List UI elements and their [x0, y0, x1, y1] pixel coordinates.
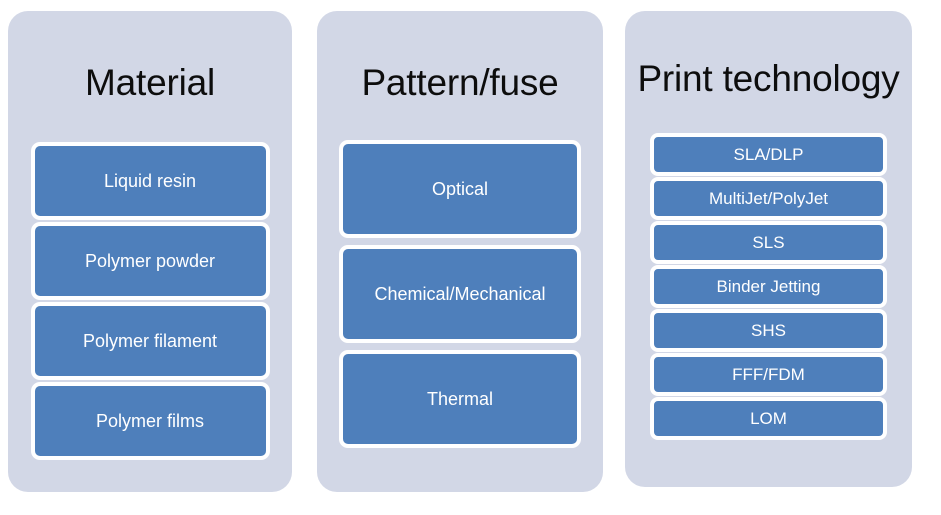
item-card-shs[interactable]: SHS — [650, 309, 887, 353]
item-label: Polymer powder — [84, 251, 216, 272]
item-label: FFF/FDM — [732, 365, 805, 385]
item-label: SLA/DLP — [733, 145, 804, 165]
item-card-polymer-filament[interactable]: Polymer filament — [30, 302, 270, 381]
item-list-pattern-fuse: Optical Chemical/Mechanical Thermal — [317, 140, 603, 449]
item-card-multijet-polyjet[interactable]: MultiJet/PolyJet — [650, 177, 887, 221]
item-label: Optical — [431, 179, 489, 200]
item-label: Polymer filament — [82, 331, 218, 352]
item-card-polymer-films[interactable]: Polymer films — [30, 382, 270, 461]
item-card-chemical-mechanical[interactable]: Chemical/Mechanical — [339, 245, 581, 344]
item-card-polymer-powder[interactable]: Polymer powder — [30, 222, 270, 301]
item-label: MultiJet/PolyJet — [708, 189, 829, 209]
column-title-print-technology: Print technology — [637, 58, 900, 99]
column-title-material: Material — [85, 62, 215, 103]
item-card-liquid-resin[interactable]: Liquid resin — [30, 142, 270, 221]
item-label: LOM — [750, 409, 787, 429]
item-label: SLS — [752, 233, 785, 253]
item-label: Liquid resin — [103, 171, 197, 192]
item-list-print-technology: SLA/DLP MultiJet/PolyJet SLS Binder Jett… — [625, 133, 912, 441]
item-label: Polymer films — [95, 411, 204, 432]
item-card-optical[interactable]: Optical — [339, 140, 581, 239]
item-card-fff-fdm[interactable]: FFF/FDM — [650, 353, 887, 397]
item-card-lom[interactable]: LOM — [650, 397, 887, 441]
item-card-sls[interactable]: SLS — [650, 221, 887, 265]
column-title-pattern-fuse: Pattern/fuse — [361, 62, 559, 103]
column-pattern-fuse: Pattern/fuse Optical Chemical/Mechanical… — [317, 11, 603, 492]
item-label: Chemical/Mechanical — [374, 284, 546, 305]
item-label: SHS — [751, 321, 786, 341]
item-card-thermal[interactable]: Thermal — [339, 350, 581, 449]
diagram-canvas: Material Liquid resin Polymer powder Pol… — [0, 0, 941, 515]
item-card-binder-jetting[interactable]: Binder Jetting — [650, 265, 887, 309]
column-material: Material Liquid resin Polymer powder Pol… — [8, 11, 292, 492]
item-card-sla-dlp[interactable]: SLA/DLP — [650, 133, 887, 177]
item-list-material: Liquid resin Polymer powder Polymer fila… — [8, 142, 292, 461]
column-print-technology: Print technology SLA/DLP MultiJet/PolyJe… — [625, 11, 912, 487]
item-label: Binder Jetting — [716, 277, 821, 297]
item-label: Thermal — [426, 389, 493, 410]
